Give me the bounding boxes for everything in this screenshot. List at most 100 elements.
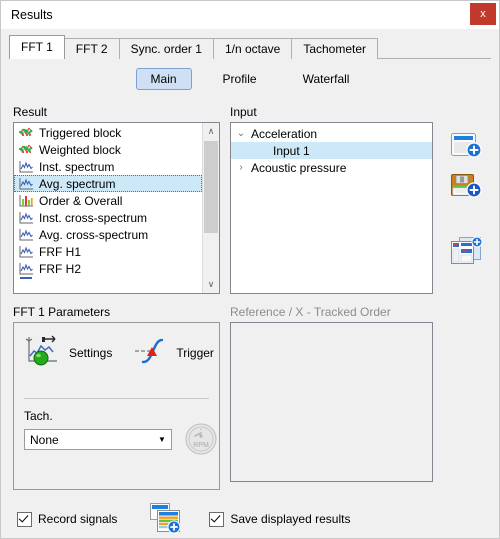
list-item-label: Avg. cross-spectrum	[39, 227, 149, 242]
result-listbox[interactable]: Triggered block Weighted block Inst. spe…	[13, 122, 220, 294]
save-displayed-results-label: Save displayed results	[230, 512, 351, 526]
tree-node-acceleration[interactable]: ⌄ Acceleration	[231, 125, 432, 142]
settings-label: Settings	[69, 345, 113, 360]
results-window: Results x FFT 1 FFT 2 Sync. order 1 1/n …	[0, 0, 500, 539]
tree-node-label: Acoustic pressure	[251, 160, 347, 175]
spectrum-curve-icon	[18, 277, 34, 281]
subtab-profile[interactable]: Profile	[208, 68, 272, 90]
spectrum-curve-icon	[18, 244, 34, 259]
list-item-label: Triggered block	[39, 125, 122, 140]
reference-label: Reference / X - Tracked Order	[230, 305, 391, 319]
subtab-main[interactable]: Main	[135, 68, 192, 90]
title-bar: Results x	[1, 1, 499, 29]
sub-tab-strip: Main Profile Waterfall	[1, 68, 499, 90]
spectrum-curve-icon	[18, 176, 34, 191]
rpm-button[interactable]: RPM	[182, 421, 220, 459]
tach-selected-value: None	[30, 432, 59, 447]
bar-chart-icon	[18, 193, 34, 208]
tach-label: Tach.	[24, 409, 53, 423]
tab-fft-2[interactable]: FFT 2	[63, 38, 120, 59]
tab-sync-order-1[interactable]: Sync. order 1	[118, 38, 214, 59]
parameters-panel: FFT 1 Parameters Settings Trigger Tach. …	[13, 305, 220, 490]
duplicate-layout-button[interactable]	[447, 233, 487, 271]
input-label: Input	[230, 105, 257, 119]
rpm-gauge-icon: RPM	[183, 423, 219, 460]
spectrum-curve-icon	[18, 159, 34, 174]
list-item-frf-h2[interactable]: FRF H2	[14, 260, 202, 277]
trigger-button[interactable]: Trigger	[129, 332, 217, 373]
record-signals-label: Record signals	[38, 512, 118, 526]
scroll-up-arrow[interactable]: ∧	[203, 123, 219, 140]
save-disk-add-button[interactable]	[447, 169, 487, 207]
tree-node-label: Input 1	[273, 143, 310, 158]
add-window-button[interactable]	[447, 129, 487, 167]
add-window-icon	[450, 132, 484, 165]
scrollbar-thumb[interactable]	[204, 141, 218, 233]
scatter-block-icon	[18, 125, 34, 140]
list-item-partial[interactable]	[14, 277, 202, 281]
list-item-inst-spectrum[interactable]: Inst. spectrum	[14, 158, 202, 175]
reference-panel: Reference / X - Tracked Order	[230, 305, 433, 482]
parameters-groupbox: Settings Trigger Tach. None ▼ RPM	[13, 322, 220, 490]
list-item-frf-h1[interactable]: FRF H1	[14, 243, 202, 260]
list-item-avg-spectrum[interactable]: Avg. spectrum	[14, 175, 202, 192]
window-title: Results	[11, 8, 53, 22]
list-item-label: FRF H2	[39, 261, 81, 276]
parameters-label: FFT 1 Parameters	[13, 305, 111, 319]
input-panel: Input ⌄ Acceleration Input 1 › Acoustic …	[230, 105, 433, 294]
tab-fft-1[interactable]: FFT 1	[9, 35, 65, 59]
list-item-label: FRF H1	[39, 244, 81, 259]
chevron-down-icon[interactable]: ⌄	[231, 125, 251, 142]
subtab-waterfall[interactable]: Waterfall	[288, 68, 365, 90]
tach-select[interactable]: None ▼	[24, 429, 172, 450]
save-disk-add-icon	[450, 172, 484, 205]
record-setup-button[interactable]	[149, 502, 183, 537]
spectrum-curve-icon	[18, 227, 34, 242]
tree-node-label: Acceleration	[251, 126, 318, 141]
parameter-buttons-row: Settings Trigger	[14, 323, 219, 373]
list-item-label: Order & Overall	[39, 193, 123, 208]
checkbox-check-icon[interactable]	[17, 511, 32, 527]
tree-node-acoustic-pressure[interactable]: › Acoustic pressure	[231, 159, 432, 176]
tab-1n-octave[interactable]: 1/n octave	[212, 38, 293, 59]
trigger-curve-icon	[132, 334, 170, 371]
result-scrollbar[interactable]: ∧ ∨	[202, 123, 219, 293]
duplicate-layout-icon	[450, 235, 484, 270]
list-item-inst-cross-spectrum[interactable]: Inst. cross-spectrum	[14, 209, 202, 226]
list-item-avg-cross-spectrum[interactable]: Avg. cross-spectrum	[14, 226, 202, 243]
tab-tachometer[interactable]: Tachometer	[291, 38, 379, 59]
toolbar-gap	[447, 209, 489, 233]
tab-strip-container: FFT 1 FFT 2 Sync. order 1 1/n octave Tac…	[9, 35, 491, 59]
bottom-options-row: Record signals Save displayed results	[17, 502, 351, 534]
settings-button[interactable]: Settings	[22, 332, 115, 373]
checkbox-check-icon[interactable]	[209, 511, 225, 527]
reference-listbox[interactable]	[230, 322, 433, 482]
result-label: Result	[13, 105, 48, 119]
list-item-weighted-block[interactable]: Weighted block	[14, 141, 202, 158]
close-button[interactable]: x	[470, 3, 496, 25]
list-item-label: Avg. spectrum	[39, 176, 116, 191]
save-displayed-results-checkbox[interactable]: Save displayed results	[209, 511, 351, 527]
input-treeview[interactable]: ⌄ Acceleration Input 1 › Acoustic pressu…	[230, 122, 433, 294]
list-item-label: Inst. cross-spectrum	[39, 210, 148, 225]
result-item-container: Triggered block Weighted block Inst. spe…	[14, 123, 202, 293]
list-item-order-and-overall[interactable]: Order & Overall	[14, 192, 202, 209]
trigger-label: Trigger	[176, 345, 214, 360]
spectrum-curve-icon	[18, 261, 34, 276]
list-item-label: Inst. spectrum	[39, 159, 115, 174]
list-item-triggered-block[interactable]: Triggered block	[14, 124, 202, 141]
parameters-divider	[24, 398, 209, 399]
list-item-label: Weighted block	[39, 142, 121, 157]
scatter-block-icon	[18, 142, 34, 157]
chevron-right-icon[interactable]: ›	[231, 159, 251, 176]
record-signals-checkbox[interactable]: Record signals	[17, 511, 118, 527]
spectrum-curve-icon	[18, 210, 34, 225]
svg-text:RPM: RPM	[193, 442, 209, 449]
chevron-down-icon[interactable]: ▼	[153, 430, 171, 449]
settings-chart-icon	[25, 334, 63, 371]
result-panel: Result Triggered block Weighted block In…	[13, 105, 220, 294]
scroll-down-arrow[interactable]: ∨	[203, 276, 219, 293]
tree-node-input-1[interactable]: Input 1	[231, 142, 432, 159]
side-toolbar	[447, 129, 489, 273]
record-setup-icon	[149, 502, 183, 537]
